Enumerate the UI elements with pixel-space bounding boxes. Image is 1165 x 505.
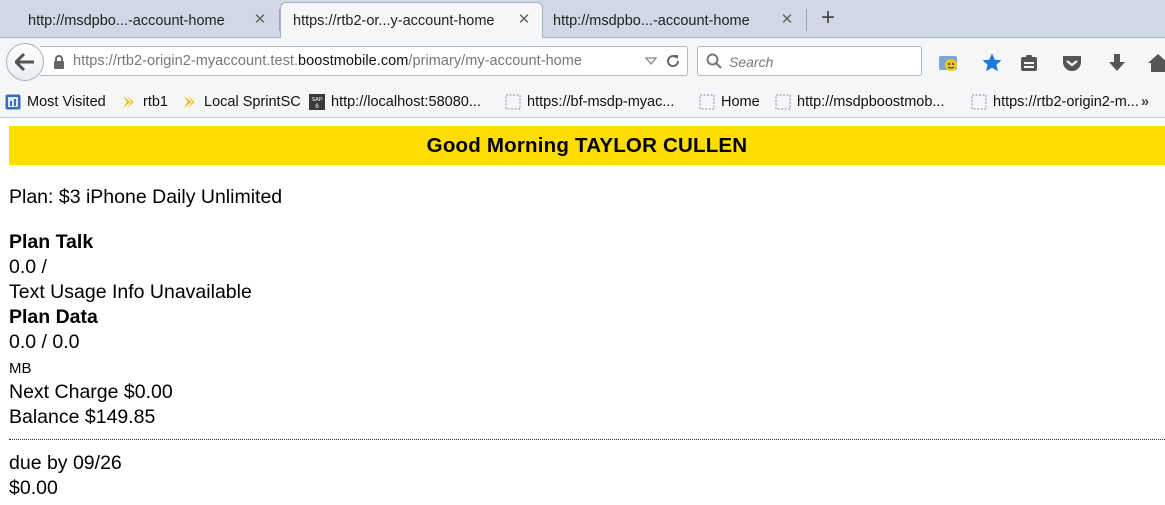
url-path: /primary/my-account-home xyxy=(408,53,583,69)
url-dropdown-icon[interactable] xyxy=(644,54,658,73)
home-icon[interactable] xyxy=(1146,51,1165,75)
tab-title: http://msdpbo...-account-home xyxy=(28,12,225,29)
bookmark-home[interactable]: Home xyxy=(699,92,760,112)
bookmark-localhost[interactable]: SAP 6 http://localhost:58080... xyxy=(309,92,481,112)
account-balance: Balance $149.85 xyxy=(9,406,156,428)
bookmark-label: rtb1 xyxy=(143,94,168,110)
bookmarks-toolbar: Most Visited rtb1 Local SprintSC SAP 6 ht… xyxy=(0,86,1165,118)
pocket-icon[interactable] xyxy=(1060,51,1084,75)
greeting-text: Good Morning TAYLOR CULLEN xyxy=(426,133,748,157)
close-icon[interactable]: ✕ xyxy=(252,12,268,28)
bookmark-label: https://rtb2-origin2-m... xyxy=(993,94,1139,110)
bookmark-arrow-icon xyxy=(123,96,134,108)
reading-list-icon[interactable] xyxy=(1017,51,1041,75)
page-icon xyxy=(505,94,521,110)
plan-data-heading: Plan Data xyxy=(9,306,98,328)
bookmark-bf-msdp[interactable]: https://bf-msdp-myac... xyxy=(505,92,674,112)
bookmark-local-sprintsc[interactable]: Local SprintSC xyxy=(182,92,301,112)
most-visited-icon xyxy=(5,94,21,110)
greeting-banner: Good Morning TAYLOR CULLEN xyxy=(9,126,1165,165)
new-tab-button[interactable]: + xyxy=(814,6,842,31)
url-bar[interactable]: https://rtb2-origin2-myaccount.test.boos… xyxy=(40,46,688,76)
tab-title: https://rtb2-or...y-account-home xyxy=(293,13,495,29)
section-divider xyxy=(9,439,1165,440)
plan-name: Plan: $3 iPhone Daily Unlimited xyxy=(9,186,283,208)
tab-3[interactable]: http://msdpbo...-account-home ✕ xyxy=(543,3,805,38)
plan-talk-heading: Plan Talk xyxy=(9,231,94,253)
tab-strip: http://msdpbo...-account-home ✕ https://… xyxy=(0,0,1165,39)
search-placeholder: Search xyxy=(729,54,774,70)
lock-icon xyxy=(52,54,66,75)
bookmark-star-icon[interactable] xyxy=(980,51,1004,75)
sap-icon: SAP6 xyxy=(309,94,325,110)
tab-2[interactable]: https://rtb2-or...y-account-home ✕ xyxy=(280,2,543,39)
page-icon xyxy=(775,94,791,110)
bookmark-rtb2-origin2[interactable]: https://rtb2-origin2-m... xyxy=(971,92,1139,112)
bookmark-label: https://bf-msdp-myac... xyxy=(527,94,675,110)
bookmark-most-visited[interactable]: Most Visited xyxy=(5,92,106,112)
navigation-toolbar: https://rtb2-origin2-myaccount.test.boos… xyxy=(0,38,1165,86)
url-prefix: https://rtb2-origin2-myaccount.test. xyxy=(73,53,299,69)
svg-text:SAP: SAP xyxy=(311,97,322,103)
search-input[interactable]: Search xyxy=(697,46,922,76)
text-usage-status: Text Usage Info Unavailable xyxy=(9,281,252,303)
tab-title: http://msdpbo...-account-home xyxy=(553,12,750,29)
plan-data-unit: MB xyxy=(9,360,32,377)
reload-icon[interactable] xyxy=(665,53,681,74)
addon-icon[interactable] xyxy=(936,51,960,75)
back-button[interactable] xyxy=(6,43,44,81)
next-charge: Next Charge $0.00 xyxy=(9,381,173,403)
plan-data-value: 0.0 / 0.0 xyxy=(9,331,80,353)
close-icon[interactable]: ✕ xyxy=(516,12,532,28)
search-icon xyxy=(706,53,722,74)
bookmark-arrow-icon xyxy=(184,96,195,108)
url-text: https://rtb2-origin2-myaccount.test.boos… xyxy=(73,53,582,69)
page-icon xyxy=(971,94,987,110)
url-domain: boostmobile.com xyxy=(298,53,409,69)
due-date: due by 09/26 xyxy=(9,452,122,474)
tab-separator xyxy=(806,9,807,31)
back-arrow-icon xyxy=(15,53,34,71)
bookmark-rtb1[interactable]: rtb1 xyxy=(121,92,168,112)
due-amount: $0.00 xyxy=(9,477,58,499)
page-icon xyxy=(699,94,715,110)
bookmarks-overflow-button[interactable]: » xyxy=(1141,92,1149,112)
bookmark-msdpboostmob[interactable]: http://msdpboostmob... xyxy=(775,92,945,112)
tab-1[interactable]: http://msdpbo...-account-home ✕ xyxy=(0,3,278,38)
download-icon[interactable] xyxy=(1105,51,1129,75)
close-icon[interactable]: ✕ xyxy=(779,12,795,28)
bookmark-label: Local SprintSC xyxy=(204,94,301,110)
plan-talk-value: 0.0 / xyxy=(9,256,47,278)
bookmark-label: http://msdpboostmob... xyxy=(797,94,945,110)
bookmark-label: Most Visited xyxy=(27,94,106,110)
bookmark-label: Home xyxy=(721,94,760,110)
bookmark-label: http://localhost:58080... xyxy=(331,94,481,110)
